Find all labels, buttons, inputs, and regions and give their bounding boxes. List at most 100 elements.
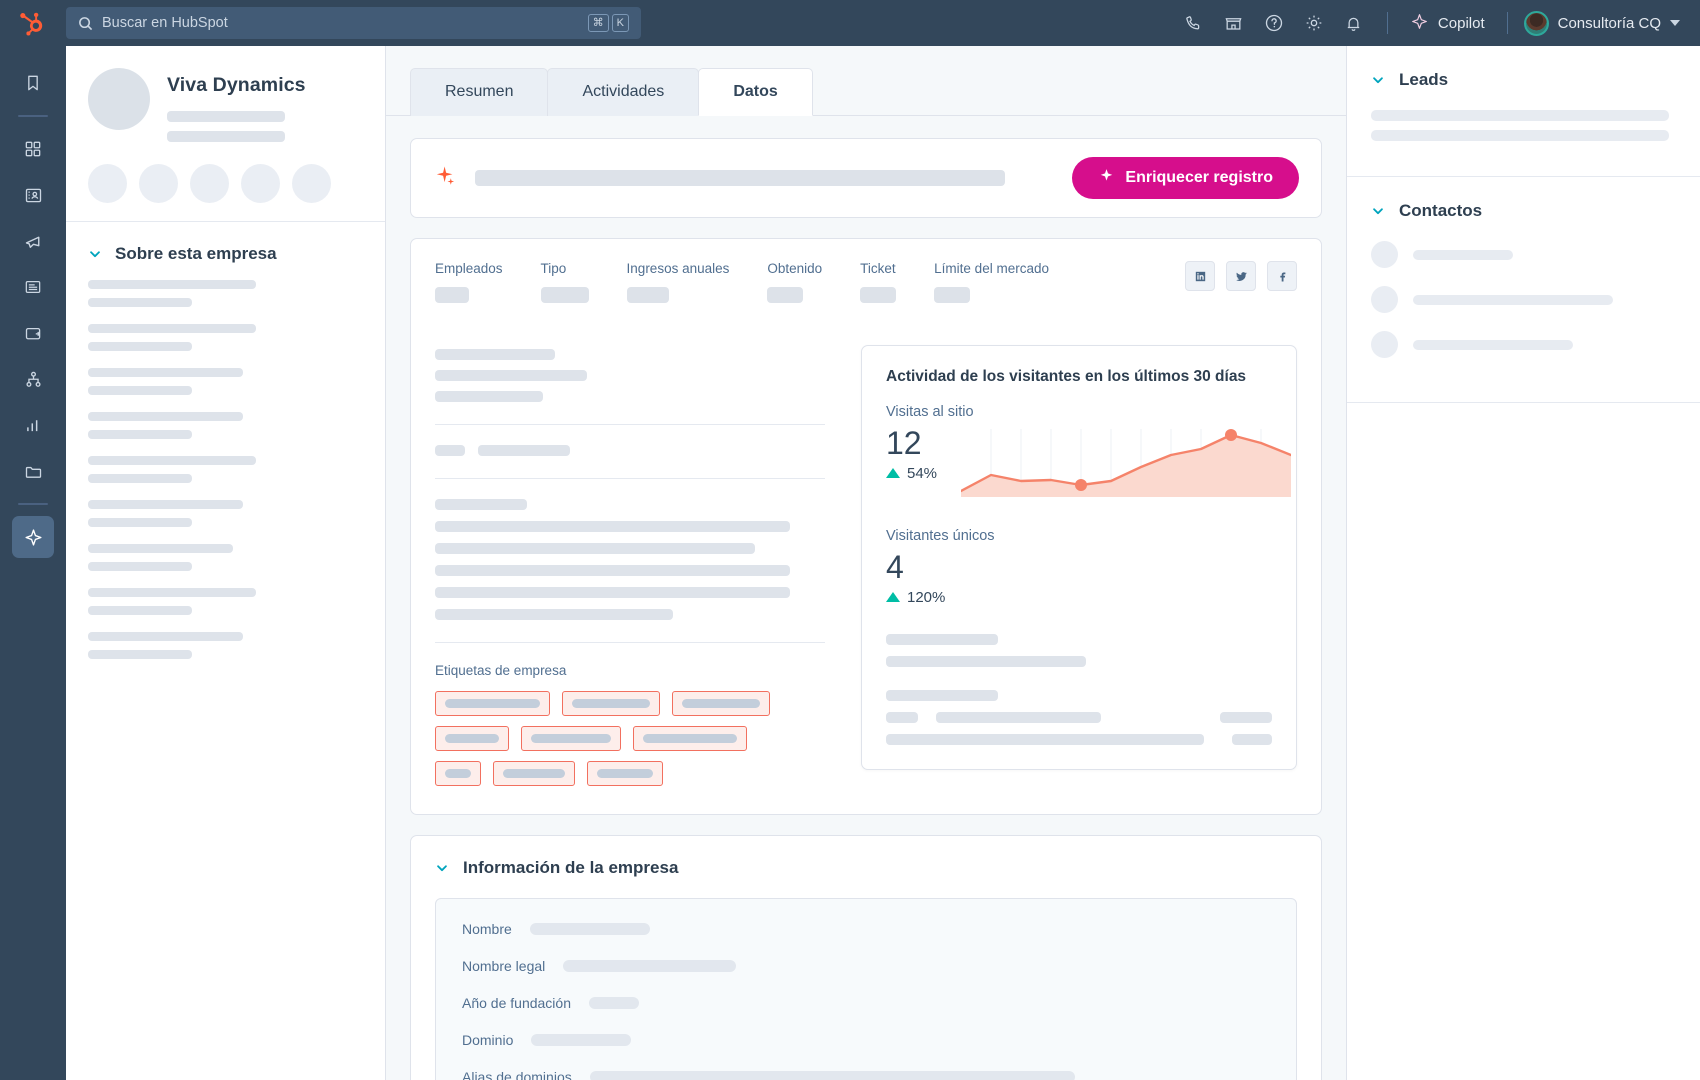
sidebar-item-marketing[interactable]: [12, 220, 54, 262]
company-data-card: Empleados Tipo Ingresos anuales: [410, 238, 1322, 815]
sidebar-item-breeze-ai[interactable]: [12, 516, 54, 558]
divider: [1387, 12, 1388, 34]
company-tags-label: Etiquetas de empresa: [435, 663, 825, 678]
skeleton-row: [435, 445, 825, 456]
global-search[interactable]: ⌘ K: [66, 7, 641, 39]
field-value-skeleton[interactable]: [590, 1071, 1075, 1080]
app-body: Viva Dynamics Sobre esta empr: [0, 46, 1700, 1080]
copilot-button[interactable]: Copilot: [1404, 12, 1491, 35]
account-menu[interactable]: Consultoría CQ: [1524, 11, 1684, 36]
skeleton-line: [435, 370, 587, 381]
phone-icon[interactable]: [1177, 6, 1211, 40]
ai-sparkle-icon: [433, 164, 457, 193]
skeleton-line: [1413, 250, 1513, 260]
sidebar-item-library[interactable]: [12, 450, 54, 492]
field-alias-de-dominios: Alias de dominios: [462, 1069, 1270, 1080]
unique-visitors-delta: 120%: [886, 589, 1272, 606]
skeleton-line: [1371, 110, 1669, 121]
stat-value-skeleton: [627, 287, 669, 303]
field-ano-de-fundacion: Año de fundación: [462, 995, 1270, 1011]
stat-label: Límite del mercado: [934, 261, 1049, 276]
company-information-header[interactable]: Información de la empresa: [435, 858, 1297, 878]
search-input[interactable]: [102, 15, 579, 31]
company-tag[interactable]: [562, 691, 660, 716]
stat-label: Obtenido: [767, 261, 822, 276]
skeleton-row: [886, 734, 1272, 745]
company-tag[interactable]: [521, 726, 621, 751]
metric-label-unique-visitors: Visitantes únicos: [886, 528, 1272, 544]
skeleton-line: [435, 349, 555, 360]
stat-value-skeleton: [541, 287, 589, 303]
company-tag[interactable]: [672, 691, 770, 716]
enrich-record-button[interactable]: Enriquecer registro: [1072, 157, 1299, 199]
about-company-section-header[interactable]: Sobre esta empresa: [66, 222, 385, 272]
top-navigation-bar: ⌘ K: [0, 0, 1700, 46]
facebook-icon[interactable]: [1267, 261, 1297, 291]
linkedin-icon[interactable]: [1185, 261, 1215, 291]
skeleton-group: [88, 588, 363, 615]
company-tag[interactable]: [587, 761, 663, 786]
sidebar-item-commerce[interactable]: [12, 312, 54, 354]
hubspot-sprocket-logo[interactable]: [16, 8, 46, 38]
company-stats: Empleados Tipo Ingresos anuales: [435, 261, 1087, 303]
skeleton-group: [88, 544, 363, 571]
tab-datos[interactable]: Datos: [698, 68, 812, 116]
settings-gear-icon[interactable]: [1297, 6, 1331, 40]
skeleton-group: [88, 412, 363, 439]
contact-avatar: [1371, 331, 1398, 358]
tab-label: Resumen: [445, 83, 513, 100]
company-action-2[interactable]: [139, 164, 178, 203]
stat-value-skeleton: [435, 287, 469, 303]
chart-point-highlight: [1075, 479, 1087, 491]
marketplace-icon[interactable]: [1217, 6, 1251, 40]
list-item[interactable]: [1371, 241, 1676, 268]
skeleton-group: [88, 456, 363, 483]
stat-label: Empleados: [435, 261, 503, 276]
company-action-5[interactable]: [292, 164, 331, 203]
list-item[interactable]: [1371, 286, 1676, 313]
company-header: Viva Dynamics: [66, 46, 385, 222]
company-tag[interactable]: [633, 726, 747, 751]
company-action-3[interactable]: [190, 164, 229, 203]
sidebar-item-automation[interactable]: [12, 358, 54, 400]
divider: [435, 424, 825, 425]
sparkle-icon: [1410, 12, 1429, 35]
sidebar-item-bookmarks[interactable]: [12, 62, 54, 104]
field-value-skeleton[interactable]: [530, 923, 650, 935]
skeleton-group: [88, 324, 363, 351]
skeleton-line: [886, 690, 998, 701]
divider: [435, 478, 825, 479]
hubspot-app: ⌘ K: [0, 0, 1700, 1080]
company-action-4[interactable]: [241, 164, 280, 203]
company-logo-placeholder: [88, 68, 150, 130]
field-value-skeleton[interactable]: [589, 997, 639, 1009]
company-tag[interactable]: [435, 761, 481, 786]
twitter-icon[interactable]: [1226, 261, 1256, 291]
sidebar-item-content[interactable]: [12, 266, 54, 308]
company-tag[interactable]: [435, 726, 509, 751]
list-item[interactable]: [1371, 331, 1676, 358]
field-value-skeleton[interactable]: [531, 1034, 631, 1046]
leads-section-header[interactable]: Leads: [1371, 70, 1676, 90]
company-tag[interactable]: [493, 761, 575, 786]
sidebar-item-reporting[interactable]: [12, 404, 54, 446]
tab-resumen[interactable]: Resumen: [410, 68, 548, 116]
contacts-section-header[interactable]: Contactos: [1371, 201, 1676, 221]
company-tag[interactable]: [435, 691, 550, 716]
company-action-1[interactable]: [88, 164, 127, 203]
stat-ingresos-anuales: Ingresos anuales: [627, 261, 730, 303]
company-information-card: Información de la empresa Nombre Nombre …: [410, 835, 1322, 1080]
skeleton-group: [88, 632, 363, 659]
kbd-cmd: ⌘: [588, 14, 609, 32]
sidebar-item-crm[interactable]: [12, 174, 54, 216]
stat-value-skeleton: [860, 287, 896, 303]
tag-row: [435, 726, 825, 751]
help-icon[interactable]: [1257, 6, 1291, 40]
stat-label: Tipo: [541, 261, 589, 276]
tab-actividades[interactable]: Actividades: [547, 68, 699, 116]
sidebar-item-workspaces[interactable]: [12, 128, 54, 170]
stat-value-skeleton: [767, 287, 803, 303]
tag-row: [435, 761, 825, 786]
notifications-bell-icon[interactable]: [1337, 6, 1371, 40]
field-value-skeleton[interactable]: [563, 960, 736, 972]
